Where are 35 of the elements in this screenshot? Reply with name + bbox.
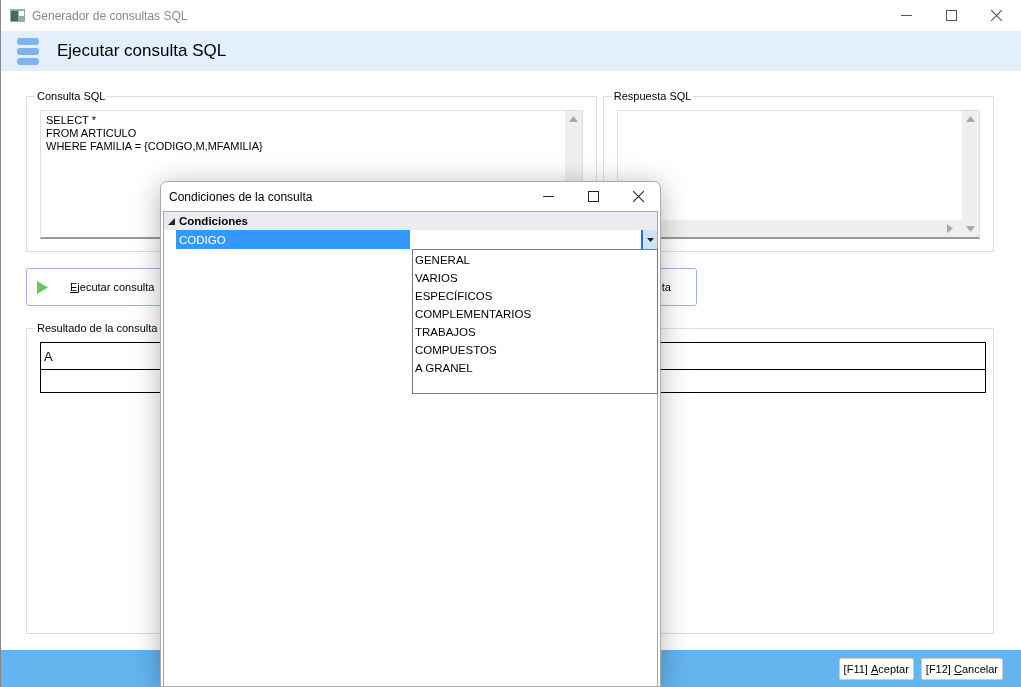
database-icon[interactable]	[17, 37, 39, 65]
code-line: WHERE FAMILIA = {CODIGO,M,MFAMILIA}	[46, 140, 264, 153]
dropdown-option[interactable]: TRABAJOS	[413, 323, 657, 341]
minimize-icon[interactable]	[901, 14, 912, 17]
category-label: Condiciones	[179, 215, 248, 227]
window-title: Generador de consultas SQL	[32, 8, 188, 23]
scroll-up-icon[interactable]	[966, 116, 975, 122]
group-label: Respuesta SQL	[612, 90, 693, 102]
scroll-down-icon[interactable]	[966, 226, 975, 232]
app-icon	[10, 9, 25, 22]
collapse-icon[interactable]	[168, 217, 175, 225]
maximize-icon[interactable]	[588, 191, 599, 202]
dropdown-button[interactable]	[641, 230, 657, 249]
scrollbar[interactable]	[962, 111, 979, 237]
category-header[interactable]: Condiciones	[164, 212, 657, 230]
page-title: Ejecutar consulta SQL	[57, 41, 227, 61]
footer-button[interactable]: [F11] Aceptar	[838, 657, 914, 680]
scroll-up-icon[interactable]	[568, 116, 578, 122]
play-icon	[37, 280, 48, 294]
close-icon[interactable]	[991, 10, 1002, 21]
maximize-icon[interactable]	[946, 10, 957, 21]
close-icon[interactable]	[633, 191, 644, 202]
minimize-icon[interactable]	[543, 195, 554, 198]
code-line: SELECT *	[46, 114, 97, 127]
dialog-title: Condiciones de la consulta	[169, 189, 313, 204]
code-line: FROM ARTICULO	[46, 127, 138, 140]
footer-button[interactable]: [F12] Cancelar	[920, 657, 1003, 680]
scroll-right-icon[interactable]	[947, 224, 953, 233]
dropdown-option[interactable]: COMPLEMENTARIOS	[413, 305, 657, 323]
dropdown-option[interactable]: GENERAL	[413, 251, 657, 269]
group-label: Resultado de la consulta	[36, 322, 159, 334]
dropdown-option[interactable]: ESPECÍFICOS	[413, 287, 657, 305]
group-label: Consulta SQL	[36, 90, 107, 102]
dropdown-option[interactable]: COMPUESTOS	[413, 341, 657, 359]
dropdown-option[interactable]: VARIOS	[413, 269, 657, 287]
